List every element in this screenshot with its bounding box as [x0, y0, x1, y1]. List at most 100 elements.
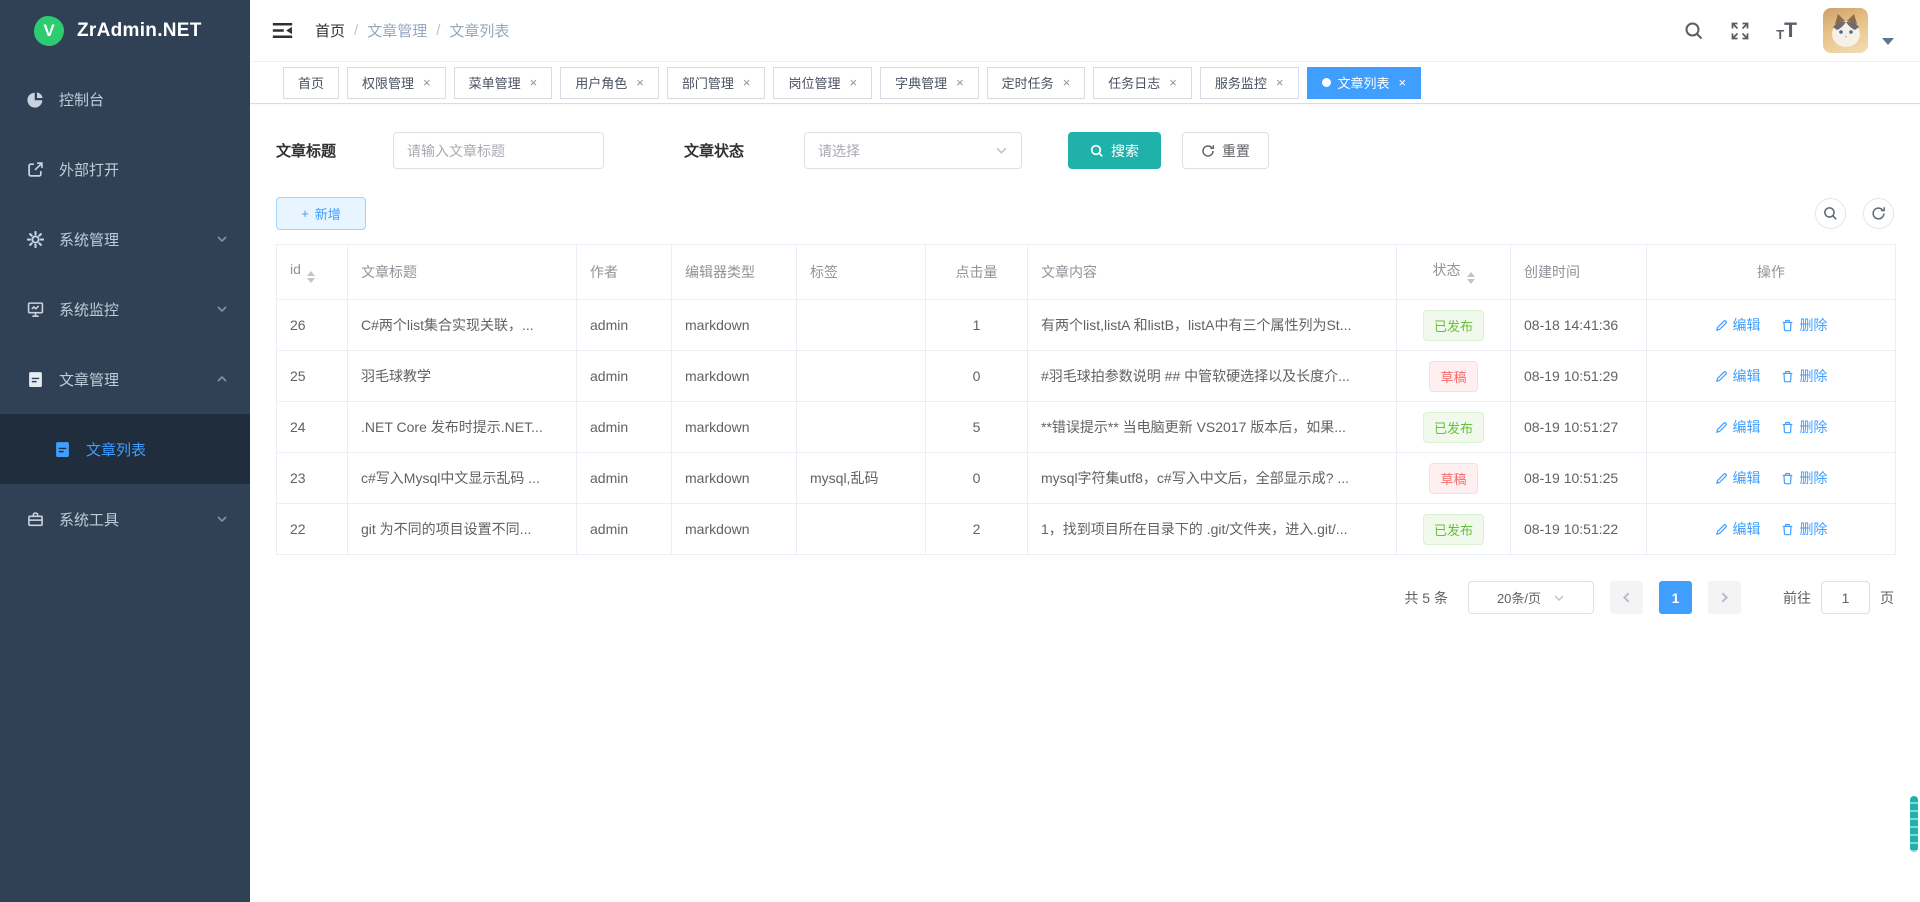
- sidebar-item-system-management[interactable]: 系统管理: [0, 204, 250, 274]
- sidebar-item-dashboard[interactable]: 控制台: [0, 64, 250, 134]
- delete-button[interactable]: 删除: [1781, 315, 1827, 335]
- page-size-select[interactable]: 20条/页: [1468, 581, 1594, 614]
- trash-icon: [1781, 370, 1794, 383]
- column-header-status[interactable]: 状态: [1397, 245, 1511, 300]
- sidebar-fold-button[interactable]: [272, 20, 293, 41]
- cell-author: admin: [577, 504, 672, 555]
- cell-created: 08-19 10:51:25: [1511, 453, 1647, 504]
- goto-page-input[interactable]: [1821, 581, 1870, 614]
- close-icon[interactable]: ×: [530, 76, 538, 89]
- cell-editor: markdown: [672, 402, 797, 453]
- tab-article-list[interactable]: 文章列表×: [1307, 67, 1422, 99]
- tab-label: 用户角色: [575, 73, 627, 92]
- breadcrumb-article-management[interactable]: 文章管理: [367, 20, 427, 41]
- tab-label: 权限管理: [362, 73, 414, 92]
- sidebar-item-label: 文章管理: [59, 369, 216, 390]
- edit-button[interactable]: 编辑: [1715, 417, 1761, 437]
- search-icon: [1823, 206, 1838, 221]
- breadcrumb-home[interactable]: 首页: [315, 20, 345, 41]
- cell-editor: markdown: [672, 300, 797, 351]
- tab-service-monitor[interactable]: 服务监控 ×: [1200, 67, 1299, 99]
- cell-clicks: 5: [926, 402, 1028, 453]
- big-t: T: [1784, 20, 1797, 41]
- sidebar-item-system-monitor[interactable]: 系统监控: [0, 274, 250, 344]
- edit-button[interactable]: 编辑: [1715, 366, 1761, 386]
- delete-button[interactable]: 删除: [1781, 417, 1827, 437]
- article-title-input[interactable]: [393, 132, 604, 169]
- sidebar-item-external-open[interactable]: 外部打开: [0, 134, 250, 204]
- app-logo[interactable]: V ZrAdmin.NET: [0, 0, 250, 62]
- article-title-label: 文章标题: [276, 140, 336, 161]
- page-size-value: 20条/页: [1497, 588, 1541, 607]
- sidebar-item-system-tools[interactable]: 系统工具: [0, 484, 250, 554]
- cell-id: 23: [277, 453, 348, 504]
- refresh-table-button[interactable]: [1863, 198, 1894, 229]
- close-icon[interactable]: ×: [956, 76, 964, 89]
- page-number-current[interactable]: 1: [1659, 581, 1692, 614]
- trash-icon: [1781, 523, 1794, 536]
- select-placeholder: 请选择: [818, 141, 860, 161]
- prev-page-button[interactable]: [1610, 581, 1643, 614]
- reset-button[interactable]: 重置: [1182, 132, 1269, 169]
- delete-label: 删除: [1799, 417, 1827, 437]
- sidebar-item-article-management[interactable]: 文章管理: [0, 344, 250, 414]
- delete-button[interactable]: 删除: [1781, 468, 1827, 488]
- reset-button-label: 重置: [1222, 141, 1250, 161]
- close-icon[interactable]: ×: [743, 76, 751, 89]
- close-icon[interactable]: ×: [1063, 76, 1071, 89]
- cell-tags: [797, 504, 926, 555]
- tab-department-management[interactable]: 部门管理×: [667, 67, 766, 99]
- close-icon[interactable]: ×: [1399, 76, 1407, 89]
- chevron-down-icon[interactable]: [1882, 38, 1894, 45]
- close-icon[interactable]: ×: [636, 76, 644, 89]
- cell-id: 25: [277, 351, 348, 402]
- tab-menu-management[interactable]: 菜单管理×: [454, 67, 553, 99]
- add-button[interactable]: + 新增: [276, 197, 366, 230]
- cell-tags: mysql,乱码: [797, 453, 926, 504]
- tab-label: 服务监控: [1215, 73, 1267, 92]
- cell-id: 22: [277, 504, 348, 555]
- cell-created: 08-19 10:51:27: [1511, 402, 1647, 453]
- scrollbar-thumb[interactable]: [1910, 796, 1918, 852]
- tab-scheduled-task[interactable]: 定时任务×: [987, 67, 1086, 99]
- tab-label: 字典管理: [895, 73, 947, 92]
- column-header-id[interactable]: id: [277, 245, 348, 300]
- column-header-created: 创建时间: [1511, 245, 1647, 300]
- page-suffix-label: 页: [1880, 588, 1894, 608]
- search-button[interactable]: 搜索: [1068, 132, 1161, 169]
- tab-user-role[interactable]: 用户角色 ×: [560, 67, 659, 99]
- tab-dict-management[interactable]: 字典管理 ×: [880, 67, 979, 99]
- edit-icon: [1715, 523, 1728, 536]
- sort-icon[interactable]: [307, 271, 315, 283]
- app-root: V ZrAdmin.NET 控制台 外部打开 系统管理: [0, 0, 1920, 902]
- sidebar-item-article-list[interactable]: 文章列表: [0, 414, 250, 484]
- table-toolbar: + 新增: [276, 197, 1894, 230]
- close-icon[interactable]: ×: [849, 76, 857, 89]
- next-page-button[interactable]: [1708, 581, 1741, 614]
- sidebar: V ZrAdmin.NET 控制台 外部打开 系统管理: [0, 0, 250, 902]
- cell-author: admin: [577, 300, 672, 351]
- fullscreen-icon[interactable]: [1730, 21, 1750, 41]
- edit-button[interactable]: 编辑: [1715, 519, 1761, 539]
- edit-button[interactable]: 编辑: [1715, 468, 1761, 488]
- edit-button[interactable]: 编辑: [1715, 315, 1761, 335]
- article-status-select[interactable]: 请选择: [804, 132, 1022, 169]
- chevron-up-icon: [216, 373, 228, 385]
- tab-post-management[interactable]: 岗位管理×: [773, 67, 872, 99]
- close-icon[interactable]: ×: [1169, 76, 1177, 89]
- cell-author: admin: [577, 351, 672, 402]
- tab-permission-management[interactable]: 权限管理 ×: [347, 67, 446, 99]
- close-icon[interactable]: ×: [423, 76, 431, 89]
- search-icon[interactable]: [1684, 21, 1704, 41]
- tab-home[interactable]: 首页: [283, 67, 339, 99]
- column-label: 创建时间: [1524, 264, 1580, 280]
- tab-task-log[interactable]: 任务日志×: [1093, 67, 1192, 99]
- toggle-search-button[interactable]: [1815, 198, 1846, 229]
- delete-button[interactable]: 删除: [1781, 366, 1827, 386]
- avatar[interactable]: [1823, 8, 1868, 53]
- table-row: 24 .NET Core 发布时提示.NET... admin markdown…: [277, 402, 1896, 453]
- font-size-icon[interactable]: TT: [1776, 20, 1797, 41]
- sort-icon[interactable]: [1467, 272, 1475, 284]
- delete-button[interactable]: 删除: [1781, 519, 1827, 539]
- close-icon[interactable]: ×: [1276, 76, 1284, 89]
